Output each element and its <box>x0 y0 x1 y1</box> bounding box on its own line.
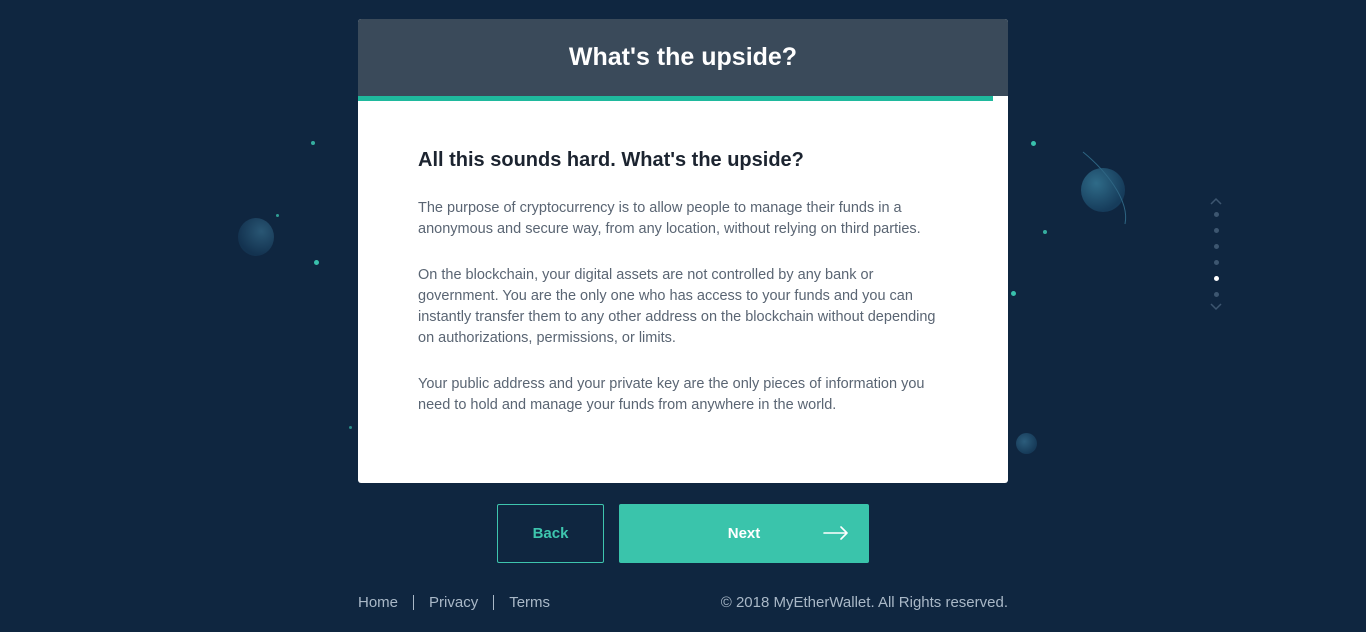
card-body: All this sounds hard. What's the upside?… <box>358 101 1008 416</box>
star-decoration <box>1043 230 1047 234</box>
footer-divider <box>413 594 415 610</box>
copyright-text: © 2018 MyEtherWallet. All Rights reserve… <box>720 593 1008 611</box>
info-card: What's the upside? All this sounds hard.… <box>358 19 1008 483</box>
section-heading: All this sounds hard. What's the upside? <box>418 149 804 171</box>
footer-link-home[interactable]: Home <box>358 594 398 611</box>
paragraph: Your public address and your private key… <box>418 376 925 413</box>
planet-decoration <box>1016 433 1037 454</box>
page-dot[interactable] <box>1213 211 1219 217</box>
page-dot-active[interactable] <box>1213 275 1219 281</box>
chevron-down-icon[interactable] <box>1209 302 1223 312</box>
star-decoration <box>1031 141 1036 146</box>
arrow-right-icon <box>823 526 848 540</box>
page-background: What's the upside? All this sounds hard.… <box>0 0 1366 632</box>
star-decoration <box>276 214 279 217</box>
next-button[interactable]: Next <box>619 504 869 563</box>
next-button-label: Next <box>727 525 761 542</box>
paragraph: The purpose of cryptocurrency is to allo… <box>418 200 921 237</box>
page-dot[interactable] <box>1213 227 1219 233</box>
footer-link-terms[interactable]: Terms <box>509 594 550 611</box>
footer-divider <box>493 594 495 610</box>
footer-link-privacy[interactable]: Privacy <box>429 594 478 611</box>
paragraph: On the blockchain, your digital assets a… <box>418 267 936 346</box>
footer-links: Home Privacy Terms <box>358 594 550 611</box>
chevron-up-icon[interactable] <box>1209 196 1223 206</box>
page-dot[interactable] <box>1213 291 1219 297</box>
footer: Home Privacy Terms © 2018 MyEtherWallet.… <box>358 591 1008 613</box>
planet-ring-decoration <box>1082 151 1127 225</box>
page-title: What's the upside? <box>568 43 798 71</box>
star-decoration <box>1011 291 1016 296</box>
progress-fill <box>358 96 994 101</box>
star-decoration <box>314 260 319 265</box>
back-button[interactable]: Back <box>497 504 604 563</box>
card-header: What's the upside? <box>358 19 1008 96</box>
back-button-label: Back <box>532 525 569 542</box>
page-indicator <box>1209 196 1223 312</box>
star-decoration <box>349 426 352 429</box>
progress-bar <box>358 96 1008 101</box>
page-dot[interactable] <box>1213 243 1219 249</box>
star-decoration <box>311 141 315 145</box>
page-dot[interactable] <box>1213 259 1219 265</box>
planet-decoration <box>238 218 274 256</box>
